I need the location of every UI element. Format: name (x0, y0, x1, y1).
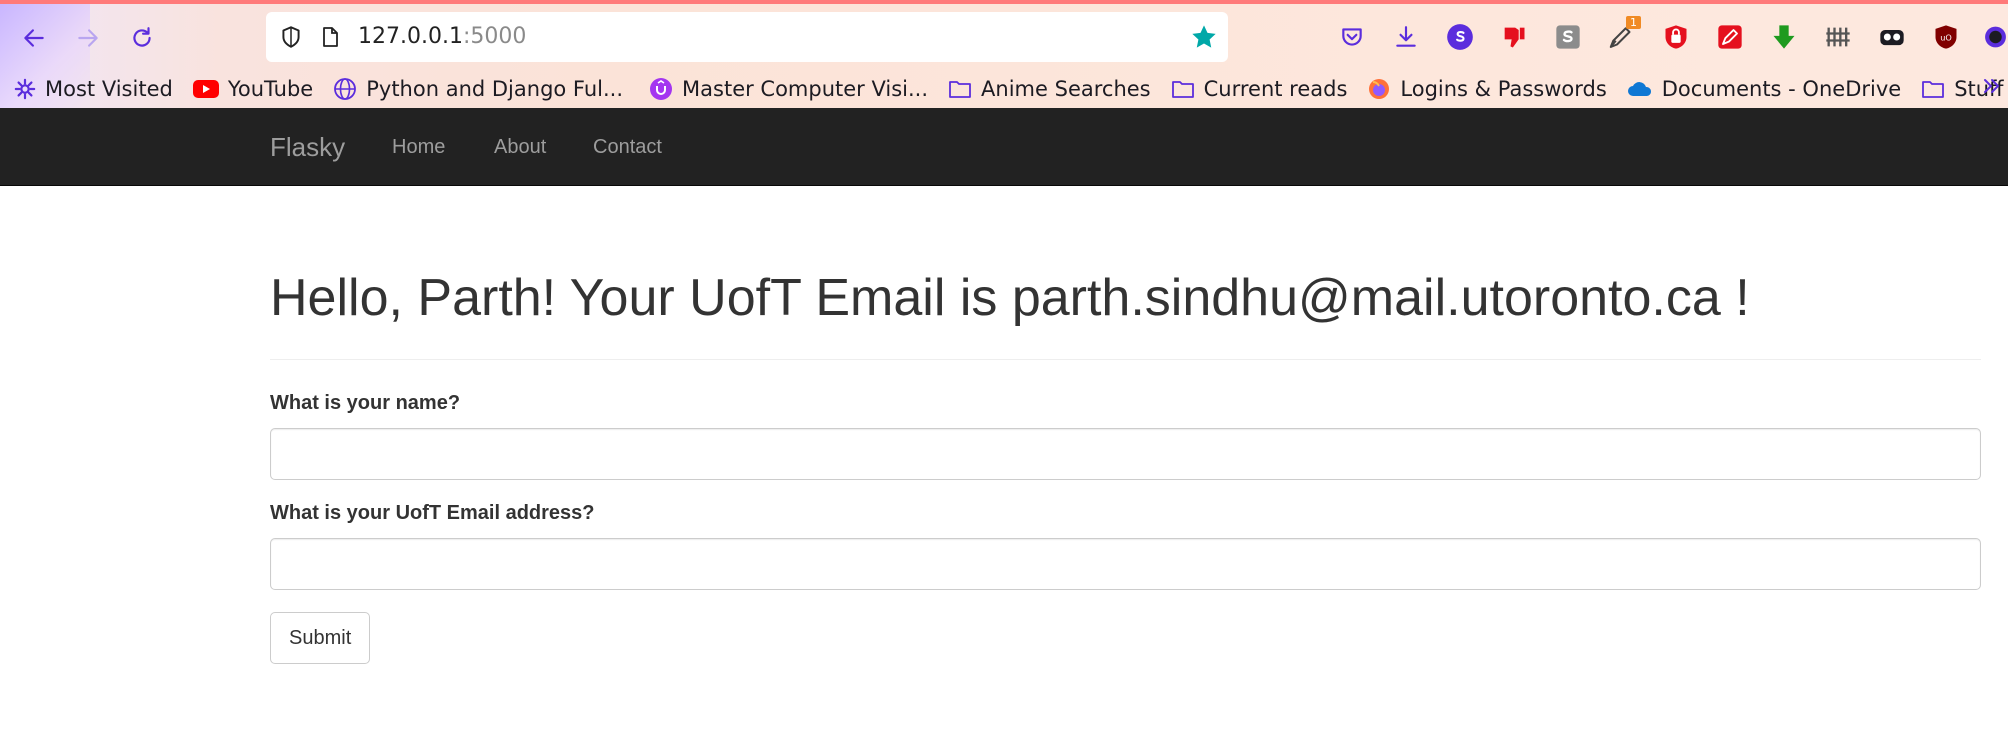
notification-badge: 1 (1626, 16, 1641, 29)
grey-extension-button[interactable] (1551, 20, 1585, 54)
lock-extension-button[interactable] (1659, 20, 1693, 54)
account-avatar-icon (1985, 26, 2006, 48)
bookmark-label: YouTube (227, 77, 314, 101)
pocket-button[interactable] (1335, 20, 1369, 54)
site-navbar: Flasky Home About Contact (0, 108, 2008, 186)
page-icon[interactable] (318, 24, 342, 50)
gear-icon (14, 78, 36, 100)
bookmark-label: Documents - OneDrive (1661, 77, 1902, 101)
name-input[interactable] (270, 428, 1981, 481)
account-button[interactable] (1983, 20, 2008, 54)
pocket-icon (1342, 28, 1362, 46)
bookmark-star-icon[interactable] (1190, 23, 1218, 51)
pen-icon (1718, 25, 1742, 49)
url-host: 127.0.0.1 (358, 24, 463, 49)
back-button[interactable] (14, 18, 54, 58)
ublock-icon: uO (1935, 25, 1957, 49)
bookmark-label: Anime Searches (981, 77, 1151, 101)
nav-link-home[interactable]: Home (392, 136, 445, 159)
email-input[interactable] (270, 538, 1981, 591)
bookmark-label: Current reads (1203, 77, 1348, 101)
folder-icon (1171, 81, 1194, 98)
glasses-extension-button[interactable] (1875, 20, 1909, 54)
bookmark-current-reads[interactable]: Current reads (1171, 77, 1348, 101)
reload-icon (133, 27, 151, 47)
page-header: Hello, Parth! Your UofT Email is parth.s… (270, 269, 1981, 361)
bookmark-label: Most Visited (45, 77, 173, 101)
bookmarks-toolbar: Most Visited YouTube Python and Django F… (0, 70, 2008, 108)
s-extension-icon (1447, 24, 1473, 50)
s-box-icon (1556, 25, 1580, 49)
svg-text:uO: uO (1940, 33, 1952, 43)
thumbs-down-icon (1504, 27, 1525, 48)
nav-link-about[interactable]: About (494, 136, 546, 159)
forward-button[interactable] (68, 18, 108, 58)
firefox-icon (1369, 79, 1390, 99)
url-text[interactable]: 127.0.0.1:5000 (358, 24, 526, 49)
url-bar[interactable]: 127.0.0.1:5000 (266, 12, 1228, 62)
bookmark-youtube[interactable]: YouTube (192, 77, 314, 101)
udemy-icon (650, 78, 673, 100)
bookmark-label: Python and Django Ful... (366, 77, 624, 101)
bookmark-logins-passwords[interactable]: Logins & Passwords (1367, 77, 1607, 101)
downloads-button[interactable] (1389, 20, 1423, 54)
navbar-brand[interactable]: Flasky (270, 132, 345, 163)
name-field-group: What is your name? (270, 392, 1981, 481)
download-icon (1396, 26, 1416, 47)
name-label: What is your name? (270, 392, 461, 415)
fence-icon (1826, 27, 1850, 47)
main-content: Hello, Parth! Your UofT Email is parth.s… (270, 186, 1981, 665)
browser-chrome: 127.0.0.1:5000 1 uO Most Visited YouTube… (0, 0, 2008, 108)
page-title: Hello, Parth! Your UofT Email is parth.s… (270, 269, 1750, 327)
shield-lock-icon (1665, 25, 1687, 49)
youtube-icon (192, 80, 219, 98)
green-down-arrow-icon (1773, 25, 1795, 49)
pen-extension-button[interactable] (1713, 20, 1747, 54)
download-helper-button[interactable] (1767, 20, 1801, 54)
reload-button[interactable] (122, 18, 162, 58)
dislike-extension-button[interactable] (1497, 20, 1531, 54)
shield-icon[interactable] (278, 24, 304, 50)
back-arrow-icon (24, 29, 44, 47)
fence-extension-button[interactable] (1821, 20, 1855, 54)
notification-extension-button[interactable]: 1 (1605, 16, 1641, 54)
email-field-group: What is your UofT Email address? (270, 502, 1981, 591)
nav-link-contact[interactable]: Contact (593, 136, 662, 159)
bookmarks-overflow-chevron-icon[interactable] (1980, 74, 2004, 98)
url-port: :5000 (462, 24, 527, 49)
ublock-button[interactable]: uO (1929, 20, 1963, 54)
email-label: What is your UofT Email address? (270, 502, 595, 525)
onedrive-icon (1627, 82, 1651, 96)
bookmark-anime-searches[interactable]: Anime Searches (948, 77, 1151, 101)
submit-button[interactable]: Submit (270, 612, 371, 665)
bookmark-most-visited[interactable]: Most Visited (14, 77, 173, 101)
glasses-icon (1880, 30, 1904, 46)
globe-icon (334, 78, 357, 100)
forward-arrow-icon (78, 29, 98, 47)
user-form: What is your name? What is your UofT Ema… (270, 392, 1981, 665)
bookmark-label: Logins & Passwords (1400, 77, 1607, 101)
bookmark-label: Master Computer Visi... (682, 77, 929, 101)
folder-icon (1922, 81, 1945, 98)
folder-icon (949, 81, 971, 98)
bookmark-python-django[interactable]: Python and Django Ful... (333, 77, 623, 101)
bookmark-master-computer-vision[interactable]: Master Computer Visi... (649, 77, 928, 101)
bookmark-documents-onedrive[interactable]: Documents - OneDrive (1627, 77, 1901, 101)
s-extension-button[interactable] (1443, 20, 1477, 54)
